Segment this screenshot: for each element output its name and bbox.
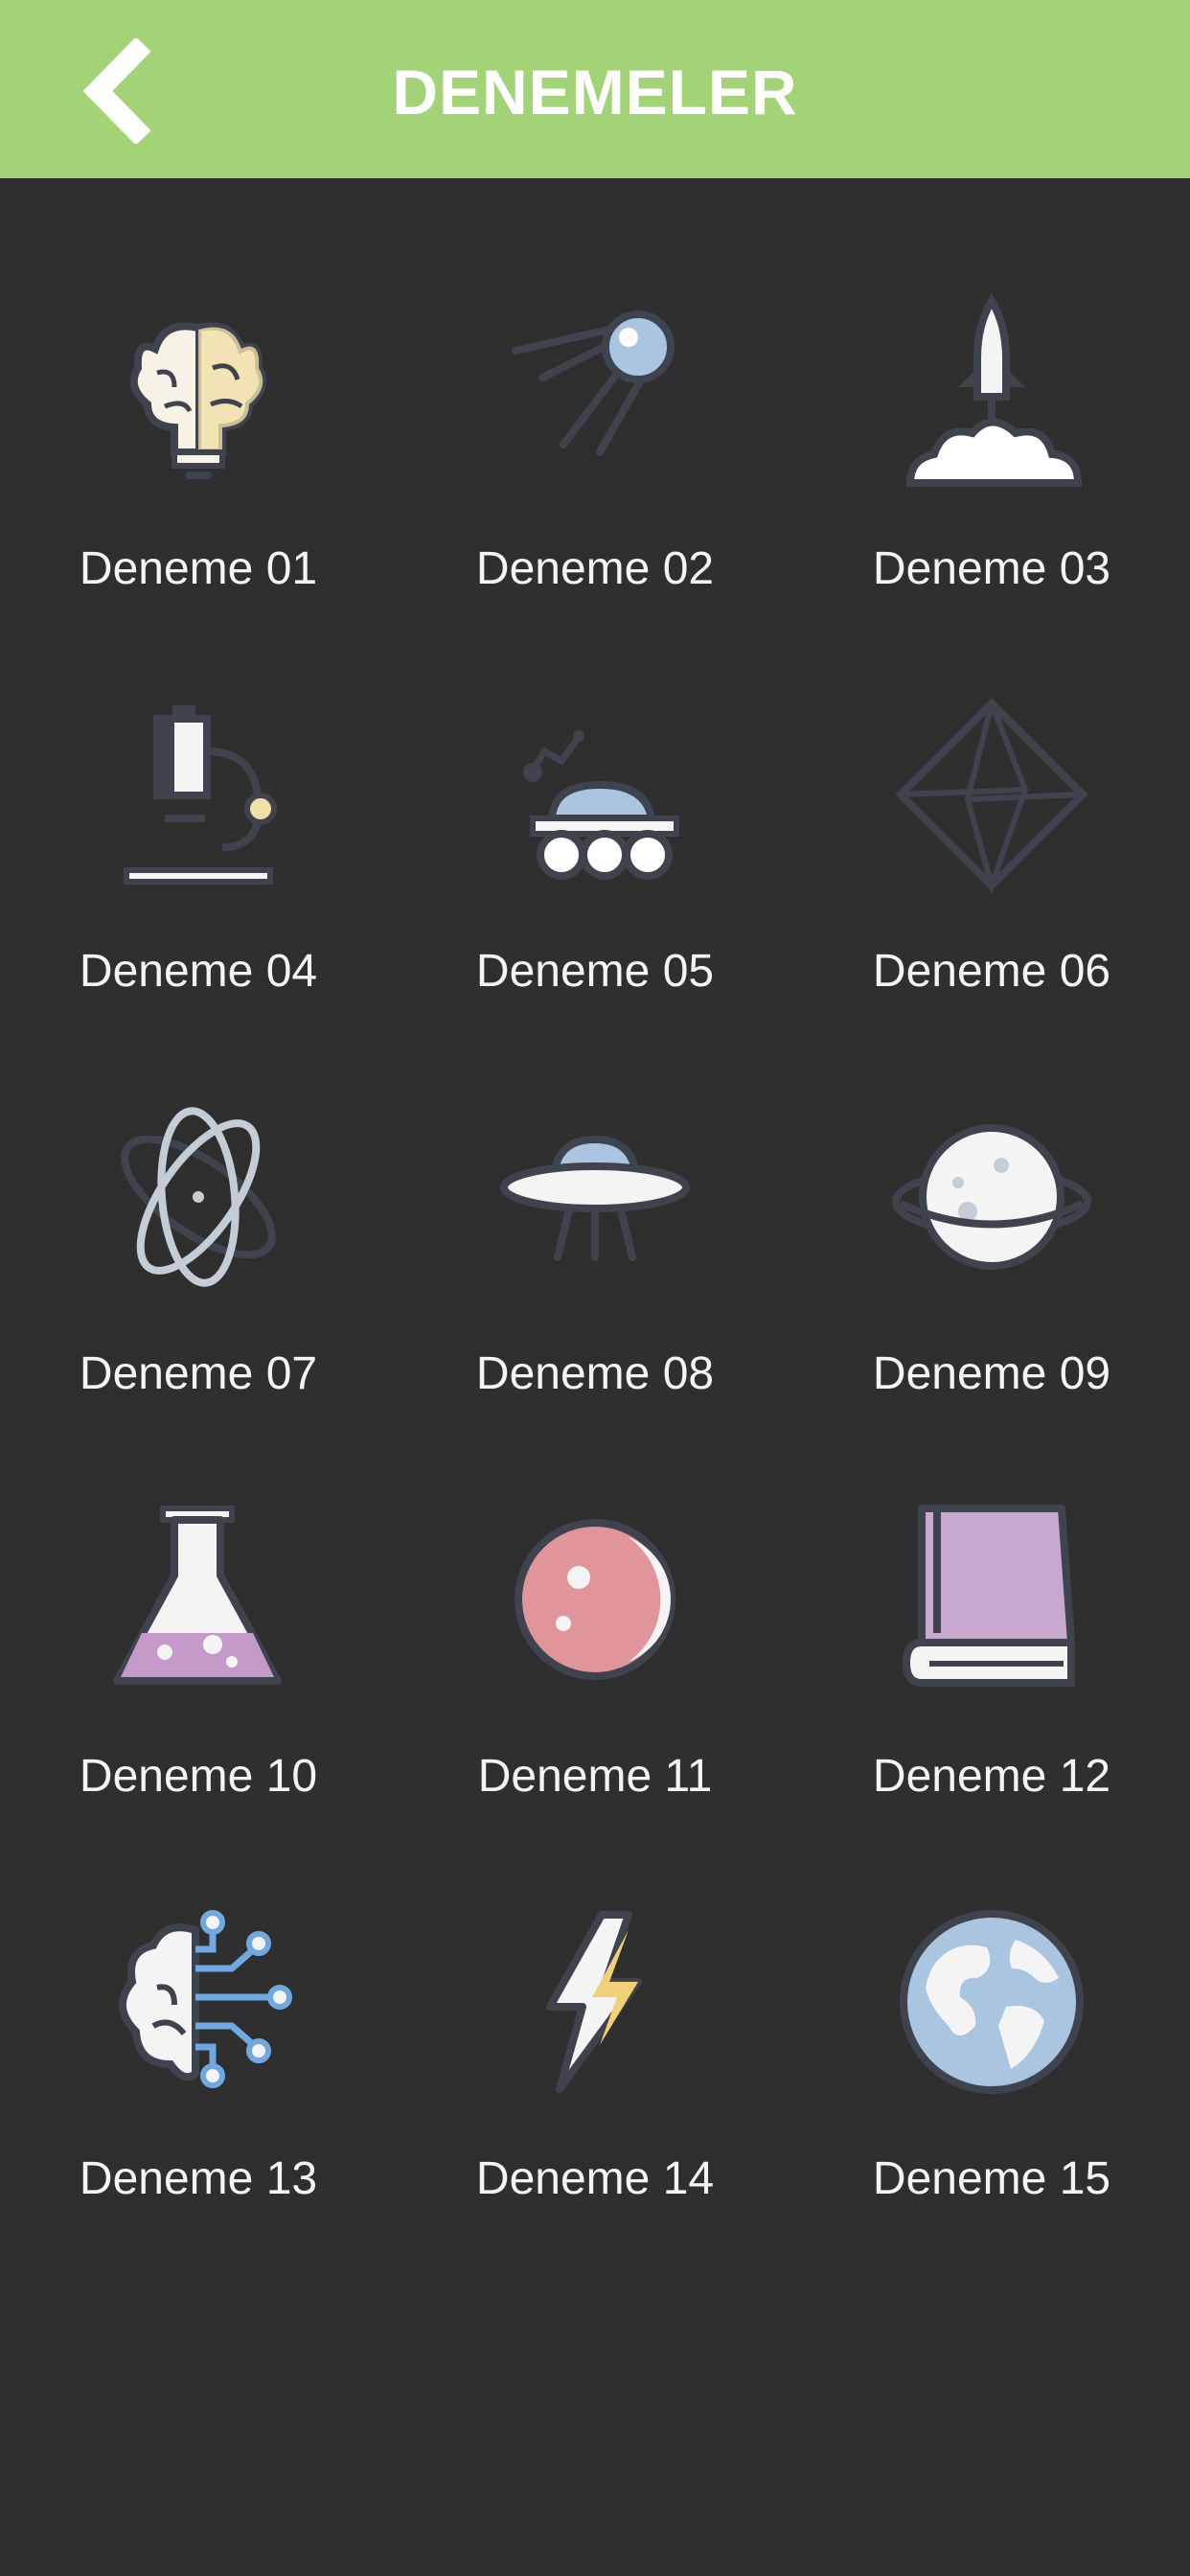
test-tile-12[interactable]: Deneme 12 [793, 1386, 1190, 1802]
mars-icon [494, 1499, 696, 1700]
planet-icon [891, 1096, 1092, 1298]
test-tile-04[interactable]: Deneme 04 [0, 581, 397, 997]
rocket-launch-icon [891, 291, 1092, 493]
top-bar: DENEMELER [0, 0, 1190, 178]
test-tile-06[interactable]: Deneme 06 [793, 581, 1190, 997]
test-tile-03[interactable]: Deneme 03 [793, 178, 1190, 594]
test-tile-10[interactable]: Deneme 10 [0, 1386, 397, 1802]
test-tile-14[interactable]: Deneme 14 [397, 1788, 793, 2204]
test-tile-05[interactable]: Deneme 05 [397, 581, 793, 997]
test-tile-13[interactable]: Deneme 13 [0, 1788, 397, 2204]
flask-icon [98, 1499, 299, 1700]
book-icon [891, 1499, 1092, 1700]
test-tile-01[interactable]: Deneme 01 [0, 178, 397, 594]
page-title: DENEMELER [392, 57, 798, 127]
app-screen: DENEMELER Deneme 01 Deneme 02 Deneme 03 … [0, 0, 1190, 2576]
test-tile-07[interactable]: Deneme 07 [0, 983, 397, 1399]
test-label: Deneme 15 [872, 2153, 1111, 2204]
test-label: Deneme 13 [79, 2153, 318, 2204]
lightning-icon [494, 1901, 696, 2103]
brain-bulb-icon [98, 291, 299, 493]
test-tile-09[interactable]: Deneme 09 [793, 983, 1190, 1399]
satellite-icon [494, 291, 696, 493]
octahedron-icon [891, 694, 1092, 896]
moon-rover-icon [494, 694, 696, 895]
test-tile-11[interactable]: Deneme 11 [397, 1386, 793, 1802]
test-tile-02[interactable]: Deneme 02 [397, 178, 793, 594]
microscope-icon [98, 694, 299, 895]
earth-globe-icon [891, 1901, 1092, 2103]
test-tile-08[interactable]: Deneme 08 [397, 983, 793, 1399]
ufo-icon [494, 1096, 696, 1298]
test-label: Deneme 14 [475, 2153, 715, 2204]
atom-icon [98, 1096, 299, 1298]
test-tile-15[interactable]: Deneme 15 [793, 1788, 1190, 2204]
ai-brain-icon [98, 1901, 299, 2103]
